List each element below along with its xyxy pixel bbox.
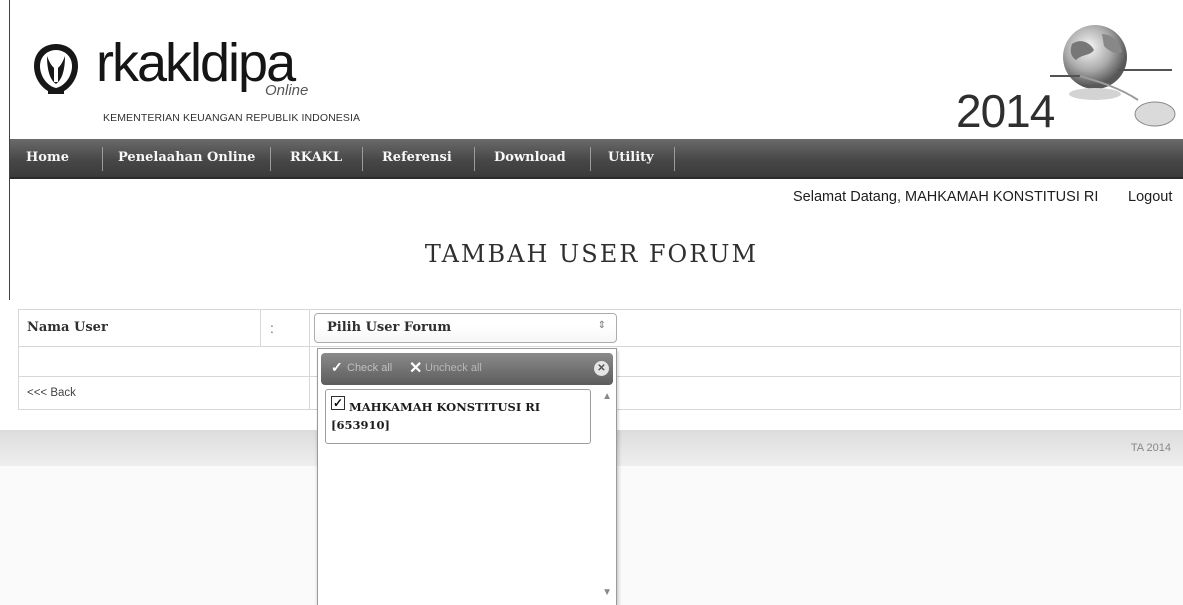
globe-mouse-icon: [1050, 25, 1176, 127]
option-label: MAHKAMAH KONSTITUSI RI [653910]: [331, 400, 541, 432]
footer-text: TA 2014: [1130, 442, 1171, 454]
dropdown-scrollbar[interactable]: [600, 387, 613, 605]
nav-utility[interactable]: Utility: [608, 139, 654, 179]
organization-name: KEMENTERIAN KEUANGAN REPUBLIK INDONESIA: [103, 112, 361, 124]
cell-divider: [309, 310, 310, 346]
select-value: Pilih User Forum: [327, 320, 452, 335]
list-item[interactable]: ✓ MAHKAMAH KONSTITUSI RI [653910]: [325, 389, 591, 444]
dropdown-header: ✓ Check all ✕ Uncheck all ✕: [321, 353, 613, 385]
nav-rkakl[interactable]: RKAKL: [290, 139, 342, 179]
uncheck-all-icon[interactable]: ✕: [409, 358, 422, 378]
nav-home[interactable]: Home: [26, 139, 69, 179]
cell-divider: [309, 377, 310, 409]
scroll-down-icon[interactable]: ▼: [602, 587, 612, 598]
select-arrows-icon: ⇕: [597, 320, 606, 331]
close-icon[interactable]: ✕: [594, 361, 609, 376]
nav-separator: [674, 147, 675, 171]
nav-separator: [270, 147, 271, 171]
nav-separator: [474, 147, 475, 171]
nama-user-label: Nama User: [27, 320, 108, 335]
cell-divider: [260, 310, 261, 346]
cell-divider: [309, 347, 310, 376]
logout-link[interactable]: Logout: [1128, 189, 1172, 205]
back-link[interactable]: <<< Back: [27, 387, 76, 399]
nav-separator: [362, 147, 363, 171]
kemenkeu-emblem-icon: [34, 44, 78, 94]
user-forum-select[interactable]: Pilih User Forum ⇕: [314, 313, 617, 343]
nav-separator: [590, 147, 591, 171]
nav-download[interactable]: Download: [494, 139, 566, 179]
field-separator: :: [270, 320, 274, 336]
scroll-up-icon[interactable]: ▲: [602, 391, 612, 402]
check-all-link[interactable]: Check all: [347, 362, 392, 374]
nav-separator: [102, 147, 103, 171]
welcome-message: Selamat Datang, MAHKAMAH KONSTITUSI RI: [793, 189, 1099, 205]
main-nav: Home Penelaahan Online RKAKL Referensi D…: [10, 139, 1183, 179]
nav-referensi[interactable]: Referensi: [382, 139, 452, 179]
check-all-icon[interactable]: ✓: [331, 359, 343, 376]
multiselect-dropdown: ✓ Check all ✕ Uncheck all ✕ ✓ MAHKAMAH K…: [317, 348, 617, 605]
nav-penelaahan-online[interactable]: Penelaahan Online: [118, 139, 255, 179]
page-title: TAMBAH USER FORUM: [424, 240, 759, 268]
app-logo-suffix: Online: [265, 82, 309, 99]
uncheck-all-link[interactable]: Uncheck all: [425, 362, 482, 374]
